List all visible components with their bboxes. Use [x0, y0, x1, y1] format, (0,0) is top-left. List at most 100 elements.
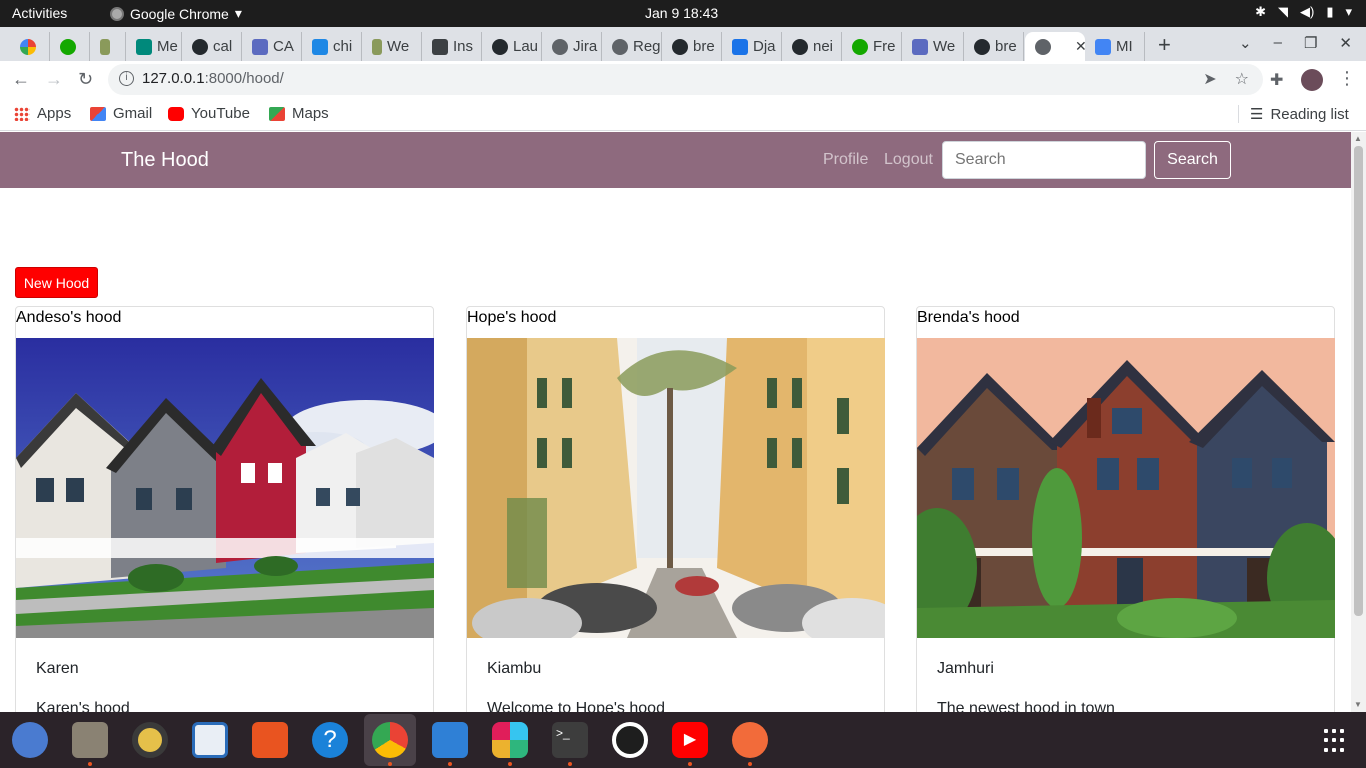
menu-icon[interactable]: ⋮: [1338, 68, 1356, 89]
tab[interactable]: [90, 32, 126, 61]
caret-down-icon: ▾: [234, 5, 242, 21]
reload-icon[interactable]: ↻: [78, 69, 93, 90]
github-icon: [672, 38, 688, 55]
globe-icon: [552, 38, 568, 55]
tab-active[interactable]: ✕: [1025, 32, 1087, 61]
info-icon[interactable]: i: [119, 71, 134, 86]
activities-button[interactable]: Activities: [12, 5, 67, 21]
profile-avatar[interactable]: [1301, 69, 1323, 91]
tab[interactable]: CA: [242, 32, 302, 61]
terminal-icon[interactable]: >_: [552, 722, 588, 758]
tab[interactable]: [50, 32, 90, 61]
new-hood-button[interactable]: New Hood: [15, 267, 98, 298]
bookmark-star-icon[interactable]: ☆: [1235, 69, 1249, 89]
running-indicator: [508, 762, 512, 766]
page-scrollbar[interactable]: ▲ ▼: [1351, 132, 1366, 712]
apps-grid-icon: [14, 106, 30, 121]
show-applications-icon[interactable]: [1324, 729, 1348, 753]
nav-logout-link[interactable]: Logout: [884, 151, 933, 169]
extensions-icon[interactable]: ✚: [1270, 70, 1283, 90]
thunderbird-icon[interactable]: [12, 722, 48, 758]
docs-icon: [912, 38, 928, 55]
running-indicator: [448, 762, 452, 766]
scrollbar-thumb[interactable]: [1354, 146, 1363, 616]
reading-list-button[interactable]: ☰ Reading list: [1250, 105, 1349, 124]
running-indicator: [748, 762, 752, 766]
hood-location: Kiambu: [487, 660, 542, 677]
postman-icon[interactable]: [732, 722, 768, 758]
docs-icon: [252, 38, 268, 55]
tab[interactable]: We: [902, 32, 964, 61]
upwork-icon: [852, 38, 868, 55]
hood-image: [917, 338, 1335, 638]
system-status-area[interactable]: ✱ ◥ ◀) ▮ ▾: [1255, 4, 1352, 20]
dock: ? >_ ▶: [0, 712, 1366, 768]
reading-list-icon: ☰: [1250, 106, 1264, 123]
hood-card[interactable]: Hope's hood Kiambu Welcome to Hope's hoo…: [466, 306, 885, 712]
app-menu[interactable]: Google Chrome ▾: [110, 5, 242, 22]
back-icon[interactable]: ←: [12, 69, 30, 90]
chrome-icon[interactable]: [372, 722, 408, 758]
help-icon[interactable]: ?: [312, 722, 348, 758]
tab[interactable]: Reg: [602, 32, 662, 61]
bookmark-youtube[interactable]: YouTube: [168, 105, 250, 122]
tab[interactable]: Ins: [422, 32, 482, 61]
hood-image: [467, 338, 885, 638]
running-indicator: [688, 762, 692, 766]
hood-card[interactable]: Andeso's hood Karen Karen's hood: [15, 306, 434, 712]
settings-indicator-icon[interactable]: ✱: [1255, 4, 1266, 20]
bookmark-apps[interactable]: Apps: [14, 105, 71, 122]
software-center-icon[interactable]: [252, 722, 288, 758]
forward-icon[interactable]: →: [45, 69, 63, 90]
close-window-icon[interactable]: ✕: [1339, 34, 1352, 52]
tab-search-icon[interactable]: ⌄: [1239, 34, 1252, 52]
tab[interactable]: nei: [782, 32, 842, 61]
volume-icon: ◀): [1299, 4, 1315, 19]
restore-icon[interactable]: ❐: [1304, 34, 1317, 52]
rhythmbox-icon[interactable]: [132, 722, 168, 758]
nav-profile-link[interactable]: Profile: [823, 151, 868, 169]
tab[interactable]: MI: [1085, 32, 1145, 61]
hood-card[interactable]: Brenda's hood Jamhuri The newest hood in…: [916, 306, 1335, 712]
slack-icon[interactable]: [492, 722, 528, 758]
search-input[interactable]: [942, 141, 1146, 179]
tab[interactable]: bre: [964, 32, 1024, 61]
app-menu-label: Google Chrome: [130, 5, 229, 22]
bookmark-maps[interactable]: Maps: [269, 105, 329, 122]
minimize-icon[interactable]: –: [1274, 34, 1282, 52]
tab[interactable]: chi: [302, 32, 362, 61]
obs-icon[interactable]: [612, 722, 648, 758]
tab[interactable]: Dja: [722, 32, 782, 61]
address-bar[interactable]: i 127.0.0.1:8000/hood/ ➤ ☆: [108, 64, 1263, 95]
tab[interactable]: Me: [126, 32, 182, 61]
window-controls: ⌄ – ❐ ✕: [1239, 34, 1352, 52]
clock[interactable]: Jan 9 18:43: [645, 5, 718, 21]
tab[interactable]: Jira: [542, 32, 602, 61]
tab[interactable]: [10, 32, 50, 61]
vscode-icon[interactable]: [432, 722, 468, 758]
tab[interactable]: bre: [662, 32, 722, 61]
tab[interactable]: Lau: [482, 32, 542, 61]
site-brand[interactable]: The Hood: [121, 149, 209, 172]
scroll-up-icon[interactable]: ▲: [1354, 134, 1362, 143]
scroll-down-icon[interactable]: ▼: [1354, 700, 1362, 709]
globe-icon: [612, 38, 628, 55]
youtube-icon: [168, 106, 184, 121]
hood-description: The newest hood in town: [937, 700, 1115, 712]
writer-icon[interactable]: [192, 722, 228, 758]
system-top-bar: Activities Google Chrome ▾ Jan 9 18:43 ✱…: [0, 0, 1366, 27]
bookmark-gmail[interactable]: Gmail: [90, 105, 152, 122]
search-button[interactable]: Search: [1154, 141, 1231, 179]
send-icon[interactable]: ➤: [1203, 69, 1216, 89]
tab[interactable]: We: [362, 32, 422, 61]
new-tab-icon[interactable]: +: [1158, 32, 1171, 58]
youtube-dock-icon[interactable]: ▶: [672, 722, 708, 758]
hood-location: Jamhuri: [937, 660, 994, 677]
tab[interactable]: cal: [182, 32, 242, 61]
hood-location: Karen: [36, 660, 79, 677]
tab[interactable]: Fre: [842, 32, 902, 61]
caret-down-icon: ▾: [1345, 4, 1352, 19]
hood-description: Karen's hood: [36, 700, 130, 712]
github-icon: [192, 38, 208, 55]
files-icon[interactable]: [72, 722, 108, 758]
